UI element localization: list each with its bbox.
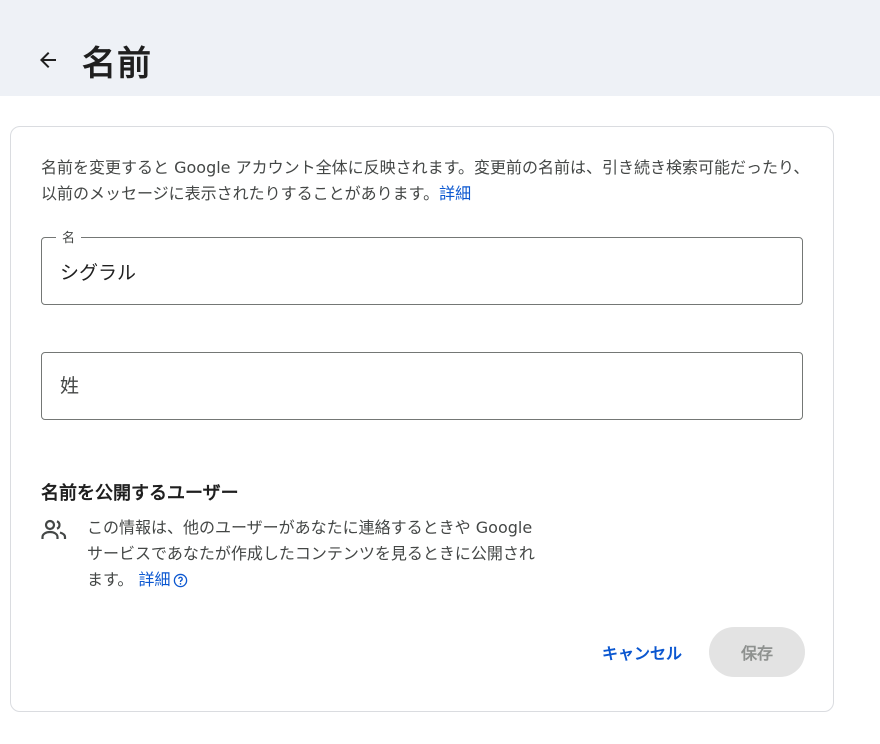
name-edit-card: 名前を変更すると Google アカウント全体に反映されます。変更前の名前は、引…: [10, 126, 834, 712]
cancel-button[interactable]: キャンセル: [583, 627, 701, 677]
top-bar: 名前: [0, 0, 880, 96]
last-name-field[interactable]: [41, 352, 803, 420]
help-circle-icon: [173, 573, 187, 588]
back-button[interactable]: [28, 40, 68, 80]
page-title: 名前: [82, 44, 152, 84]
save-button[interactable]: 保存: [709, 627, 805, 677]
people-icon: [41, 519, 67, 539]
last-name-input[interactable]: [60, 369, 780, 403]
first-name-input[interactable]: [60, 254, 780, 288]
learn-more-link[interactable]: 詳細: [439, 184, 471, 203]
visibility-link-label: 詳細: [138, 570, 171, 589]
visibility-section-title: 名前を公開するユーザー: [41, 483, 239, 504]
first-name-label: 名: [56, 227, 82, 246]
visibility-learn-more-link[interactable]: 詳細: [139, 570, 188, 589]
first-name-field[interactable]: 名: [41, 227, 803, 305]
visibility-info-text: この情報は、他のユーザーがあなたに連絡するときや Google サービスであなた…: [87, 515, 547, 593]
description-text: 名前を変更すると Google アカウント全体に反映されます。変更前の名前は、引…: [41, 155, 811, 207]
description-body: 名前を変更すると Google アカウント全体に反映されます。変更前の名前は、引…: [41, 158, 810, 203]
arrow-back-icon: [40, 52, 56, 68]
